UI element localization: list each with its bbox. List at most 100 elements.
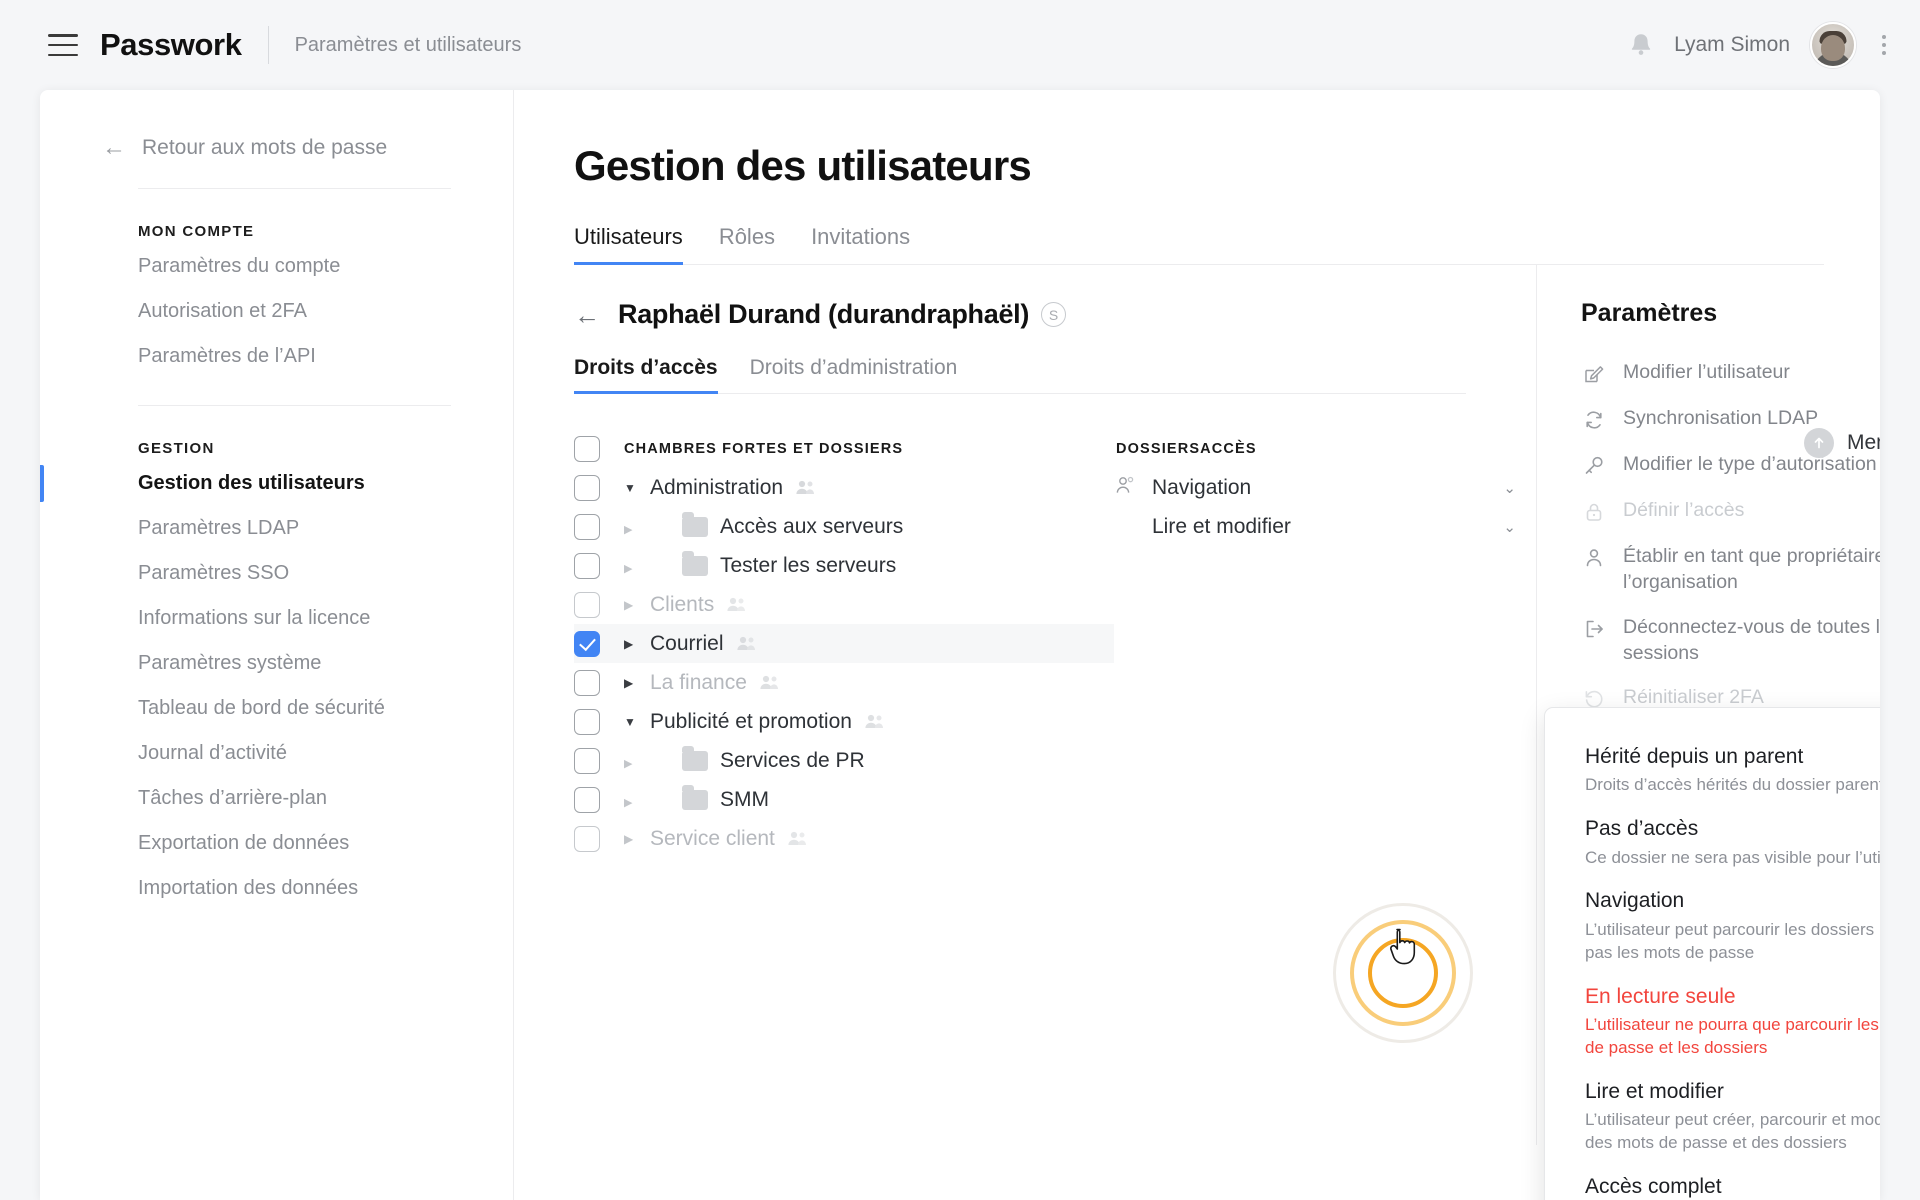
table-row[interactable]: ▶ La finance [574,663,1114,702]
caret-right-icon[interactable]: ▶ [624,637,638,651]
row-checkbox[interactable] [574,669,600,696]
dropdown-option-desc: L’utilisateur ne pourra que parcourir le… [1585,1014,1880,1057]
sidebar-item-data-export[interactable]: Exportation de données [40,821,513,866]
dropdown-option-read-only[interactable]: En lecture seule L’utilisateur ne pourra… [1545,974,1880,1069]
sidebar-item-data-import[interactable]: Importation des données [40,866,513,911]
row-checkbox[interactable] [574,552,600,579]
caret-down-icon[interactable]: ▼ [624,481,638,495]
dropdown-option-inherited[interactable]: Hérité depuis un parent Droits d’accès h… [1545,734,1880,806]
breadcrumb: Paramètres et utilisateurs [294,33,522,56]
brand-logo[interactable]: Passwork [100,27,242,63]
selected-user-name: Raphaël Durand (durandraphaël) [618,299,1030,329]
table-row[interactable]: ▶ Courriel [574,624,1114,663]
sidebar-item-api-settings[interactable]: Paramètres de l’API [40,334,513,379]
tab-utilisateurs[interactable]: Utilisateurs [574,224,683,265]
settings-item-edit-user[interactable]: Modifier l’utilisateur [1581,350,1880,396]
table-row[interactable]: ▶ Clients [574,585,1114,624]
sidebar-item-auth-2fa[interactable]: Autorisation et 2FA [40,289,513,334]
dropdown-option-title: Hérité depuis un parent [1585,745,1804,768]
caret-right-icon[interactable]: ▶ [624,562,638,575]
settings-item-set-org-owner[interactable]: Établir en tant que propriétaire de l’or… [1581,534,1880,605]
settings-sidebar: ← Retour aux mots de passe MON COMPTE Pa… [40,90,514,1200]
table-row[interactable]: ▶ Tester les serveurs [574,546,1114,585]
tree-item-la-finance[interactable]: ▶ La finance [624,671,780,695]
tree-item-administration[interactable]: ▼ Administration [624,476,816,500]
tree-item-services-de-pr[interactable]: ▶ Services de PR [624,745,865,773]
caret-right-icon[interactable]: ▶ [624,676,638,690]
row-checkbox[interactable] [574,474,600,501]
sidebar-item-background-tasks[interactable]: Tâches d’arrière-plan [40,776,513,821]
sidebar-item-sso-settings[interactable]: Paramètres SSO [40,551,513,596]
tab-roles[interactable]: Rôles [719,224,775,264]
select-all-checkbox[interactable] [574,436,600,462]
tree-item-tester-les-serveurs[interactable]: ▶ Tester les serveurs [624,550,897,578]
row-checkbox[interactable] [574,825,600,852]
dropdown-option-desc: L’utilisateur peut parcourir les dossier… [1585,919,1880,962]
vault-tree-column: CHAMBRES FORTES ET DOSSIERS ▼ Administra… [574,430,1114,858]
row-checkbox[interactable] [574,786,600,813]
dropdown-option-read-write[interactable]: Lire et modifier L’utilisateur peut crée… [1545,1069,1880,1164]
chevron-down-icon[interactable]: ⌄ [1503,518,1524,536]
tree-item-publicite-et-promotion[interactable]: ▼ Publicité et promotion [624,710,885,734]
sidebar-item-system-settings[interactable]: Paramètres système [40,641,513,686]
table-row[interactable]: ▼ Publicité et promotion [574,702,1114,741]
settings-item-logout-all-sessions[interactable]: Déconnectez-vous de toutes les sessions [1581,605,1880,676]
access-row-read-write[interactable]: Lire et modifier ⌄ [1114,507,1524,546]
access-row-navigation[interactable]: Navigation ⌄ [1114,468,1524,507]
group-icon [759,675,780,690]
subtab-droits-acces[interactable]: Droits d’accès [574,356,718,394]
page-title: Gestion des utilisateurs [574,142,1032,189]
bell-icon[interactable] [1628,31,1654,59]
table-row[interactable]: ▶ Accès aux serveurs [574,507,1114,546]
sidebar-item-user-management[interactable]: Gestion des utilisateurs [40,461,513,506]
sidebar-item-security-dashboard[interactable]: Tableau de bord de sécurité [40,686,513,731]
caret-right-icon[interactable]: ▶ [624,598,638,612]
tree-item-label: Service client [650,826,775,850]
row-checkbox[interactable] [574,630,600,657]
caret-down-icon[interactable]: ▼ [624,715,638,729]
tree-item-service-client[interactable]: ▶ Service client [624,827,808,851]
tree-item-smm[interactable]: ▶ SMM [624,784,769,812]
tree-item-acces-aux-serveurs[interactable]: ▶ Accès aux serveurs [624,511,904,539]
access-level-dropdown[interactable]: ⌃ Hérité depuis un parent Droits d’accès… [1544,707,1880,1200]
user-name-label[interactable]: Lyam Simon [1674,33,1790,57]
arrow-left-icon[interactable]: ← [574,302,600,328]
table-row[interactable]: ▶ Service client [574,819,1114,858]
arrow-left-icon: ← [102,134,126,161]
role-selector[interactable]: Membre ⌄ [1804,428,1880,458]
settings-item-label: Synchronisation LDAP [1623,407,1819,429]
tree-item-label: Tester les serveurs [720,553,897,577]
chevron-down-icon[interactable]: ⌄ [1503,479,1524,497]
tree-item-label: Accès aux serveurs [720,514,904,538]
more-vertical-icon[interactable] [1876,29,1892,61]
tree-item-clients[interactable]: ▶ Clients [624,593,747,617]
access-column-header-label: DOSSIERSACCÈS [1116,441,1257,457]
tab-invitations[interactable]: Invitations [811,224,910,264]
caret-right-icon[interactable]: ▶ [624,796,638,809]
row-checkbox[interactable] [574,747,600,774]
tree-item-label: Administration [650,475,784,499]
caret-right-icon[interactable]: ▶ [624,523,638,536]
table-row[interactable]: ▶ SMM [574,780,1114,819]
group-icon [795,480,816,495]
dropdown-option-navigation[interactable]: Navigation L’utilisateur peut parcourir … [1545,878,1880,973]
dropdown-option-full-access[interactable]: Accès complet Toute action concernant le… [1545,1164,1880,1200]
back-to-passwords-link[interactable]: ← Retour aux mots de passe [40,136,513,160]
avatar[interactable] [1810,22,1856,68]
hamburger-icon[interactable] [48,34,78,56]
row-checkbox[interactable] [574,708,600,735]
sidebar-item-activity-log[interactable]: Journal d’activité [40,731,513,776]
logout-icon [1581,616,1607,642]
row-checkbox[interactable] [574,513,600,540]
sidebar-item-account-settings[interactable]: Paramètres du compte [40,244,513,289]
row-checkbox[interactable] [574,591,600,618]
caret-right-icon[interactable]: ▶ [624,832,638,846]
table-row[interactable]: ▼ Administration [574,468,1114,507]
table-row[interactable]: ▶ Services de PR [574,741,1114,780]
sidebar-item-ldap-settings[interactable]: Paramètres LDAP [40,506,513,551]
tree-item-courriel[interactable]: ▶ Courriel [624,632,757,656]
sidebar-item-license-info[interactable]: Informations sur la licence [40,596,513,641]
dropdown-option-no-access[interactable]: Pas d’accès Ce dossier ne sera pas visib… [1545,806,1880,878]
subtab-droits-administration[interactable]: Droits d’administration [750,356,958,393]
caret-right-icon[interactable]: ▶ [624,757,638,770]
